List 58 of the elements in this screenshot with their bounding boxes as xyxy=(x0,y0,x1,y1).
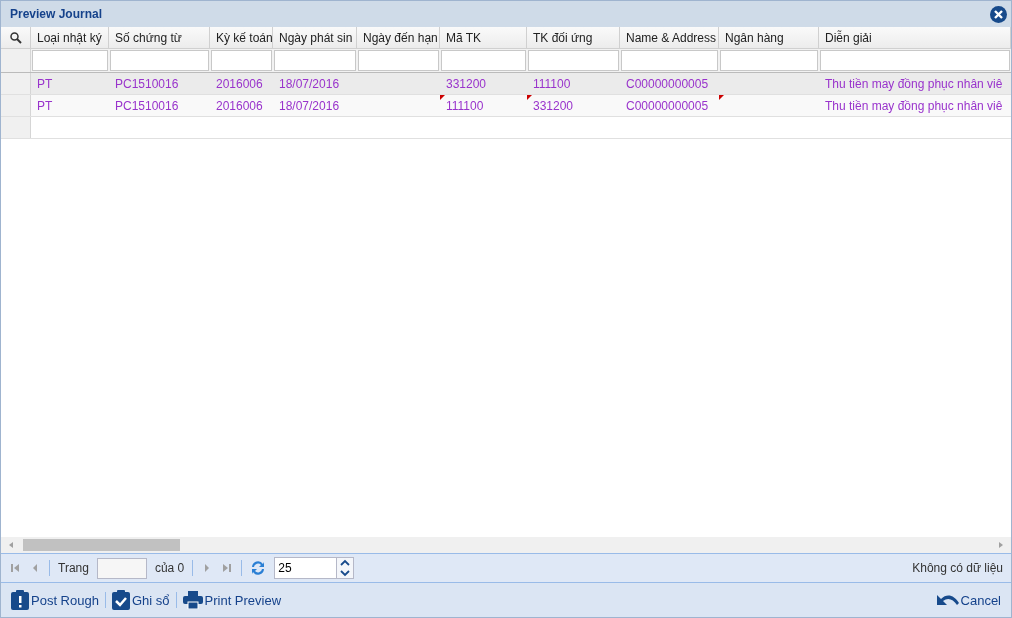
filter-field[interactable] xyxy=(441,50,526,71)
filter-field[interactable] xyxy=(274,50,356,71)
table-cell-text: Thu tiền may đồng phục nhân viê xyxy=(824,97,1004,115)
filter-field[interactable] xyxy=(211,50,272,71)
table-cell-text: Thu tiền may đồng phục nhân viê xyxy=(824,75,1004,93)
table-cell-text: 111100 xyxy=(532,75,572,93)
page-size-field[interactable]: 25 xyxy=(274,557,337,579)
filter-field[interactable] xyxy=(358,50,439,71)
toolbar-button[interactable]: Ghi sổ xyxy=(109,590,172,610)
filter-field[interactable] xyxy=(820,50,1010,71)
row-header xyxy=(1,95,31,116)
first-page-icon[interactable] xyxy=(9,562,21,574)
column-header[interactable]: Diễn giải xyxy=(819,27,1011,48)
table-cell-text: PT xyxy=(36,75,54,93)
toolbar-button[interactable]: Print Preview xyxy=(180,591,284,609)
table-cell-text: 2016006 xyxy=(215,75,264,93)
table-cell-text: 18/07/2016 xyxy=(278,97,341,115)
column-header[interactable]: Ngày đến hạn xyxy=(357,27,440,48)
table-cell-text: 331200 xyxy=(445,75,488,93)
toolbar-button[interactable]: Post Rough xyxy=(9,590,101,610)
printer-icon xyxy=(182,591,203,609)
filter-field[interactable] xyxy=(528,50,619,71)
filter-field[interactable] xyxy=(621,50,718,71)
window-title: Preview Journal xyxy=(10,7,103,21)
page-count: của 0 xyxy=(154,561,185,575)
close-icon[interactable] xyxy=(990,5,1007,23)
table-cell-text: 18/07/2016 xyxy=(278,75,341,93)
last-page-icon[interactable] xyxy=(221,562,234,574)
table-cell-text: C00000000005 xyxy=(625,97,710,115)
filter-field[interactable] xyxy=(32,50,108,71)
status-text: Không có dữ liệu xyxy=(912,561,1003,575)
column-header[interactable]: Ngân hàng xyxy=(719,27,819,48)
clipboard-check-icon xyxy=(111,590,130,610)
column-header[interactable]: TK đối ứng xyxy=(527,27,620,48)
undo-icon xyxy=(936,593,959,607)
table-cell: 111100 xyxy=(440,95,527,116)
column-header[interactable]: Loại nhật ký xyxy=(31,27,109,48)
cancel-button[interactable]: Cancel xyxy=(934,592,1003,608)
column-header[interactable]: Name & Address xyxy=(620,27,719,48)
table-cell-text: PC1510016 xyxy=(114,97,180,115)
table-cell-text: 2016006 xyxy=(215,97,264,115)
table-row[interactable]: PT PC1510016 2016006 18/07/2016 111100 331200 C00000000005 Thu tiền may đồng phục nhân viê xyxy=(1,95,1011,117)
page-number-field[interactable] xyxy=(96,557,147,579)
table-row[interactable]: PT PC1510016 2016006 18/07/2016 331200 111100 C00000000005 Thu tiền may đồng phục nhân viê xyxy=(1,73,1011,95)
column-header[interactable]: Kỳ kế toán xyxy=(210,27,273,48)
page-label: Trang xyxy=(58,561,89,575)
column-header[interactable]: Mã TK xyxy=(440,27,527,48)
filter-field[interactable] xyxy=(720,50,818,71)
table-cell-text: PC1510016 xyxy=(114,75,180,93)
spinner-arrows-icon[interactable] xyxy=(336,557,355,579)
table-cell-text: C00000000005 xyxy=(625,75,710,93)
column-header[interactable]: Số chứng từ xyxy=(109,27,210,48)
table-cell-text: PT xyxy=(36,97,54,115)
refresh-icon[interactable] xyxy=(250,560,267,576)
column-header[interactable]: Ngày phát sin xyxy=(273,27,357,48)
filter-field[interactable] xyxy=(110,50,209,71)
clipboard-alert-icon xyxy=(11,590,29,610)
table-cell: 331200 xyxy=(527,95,620,116)
